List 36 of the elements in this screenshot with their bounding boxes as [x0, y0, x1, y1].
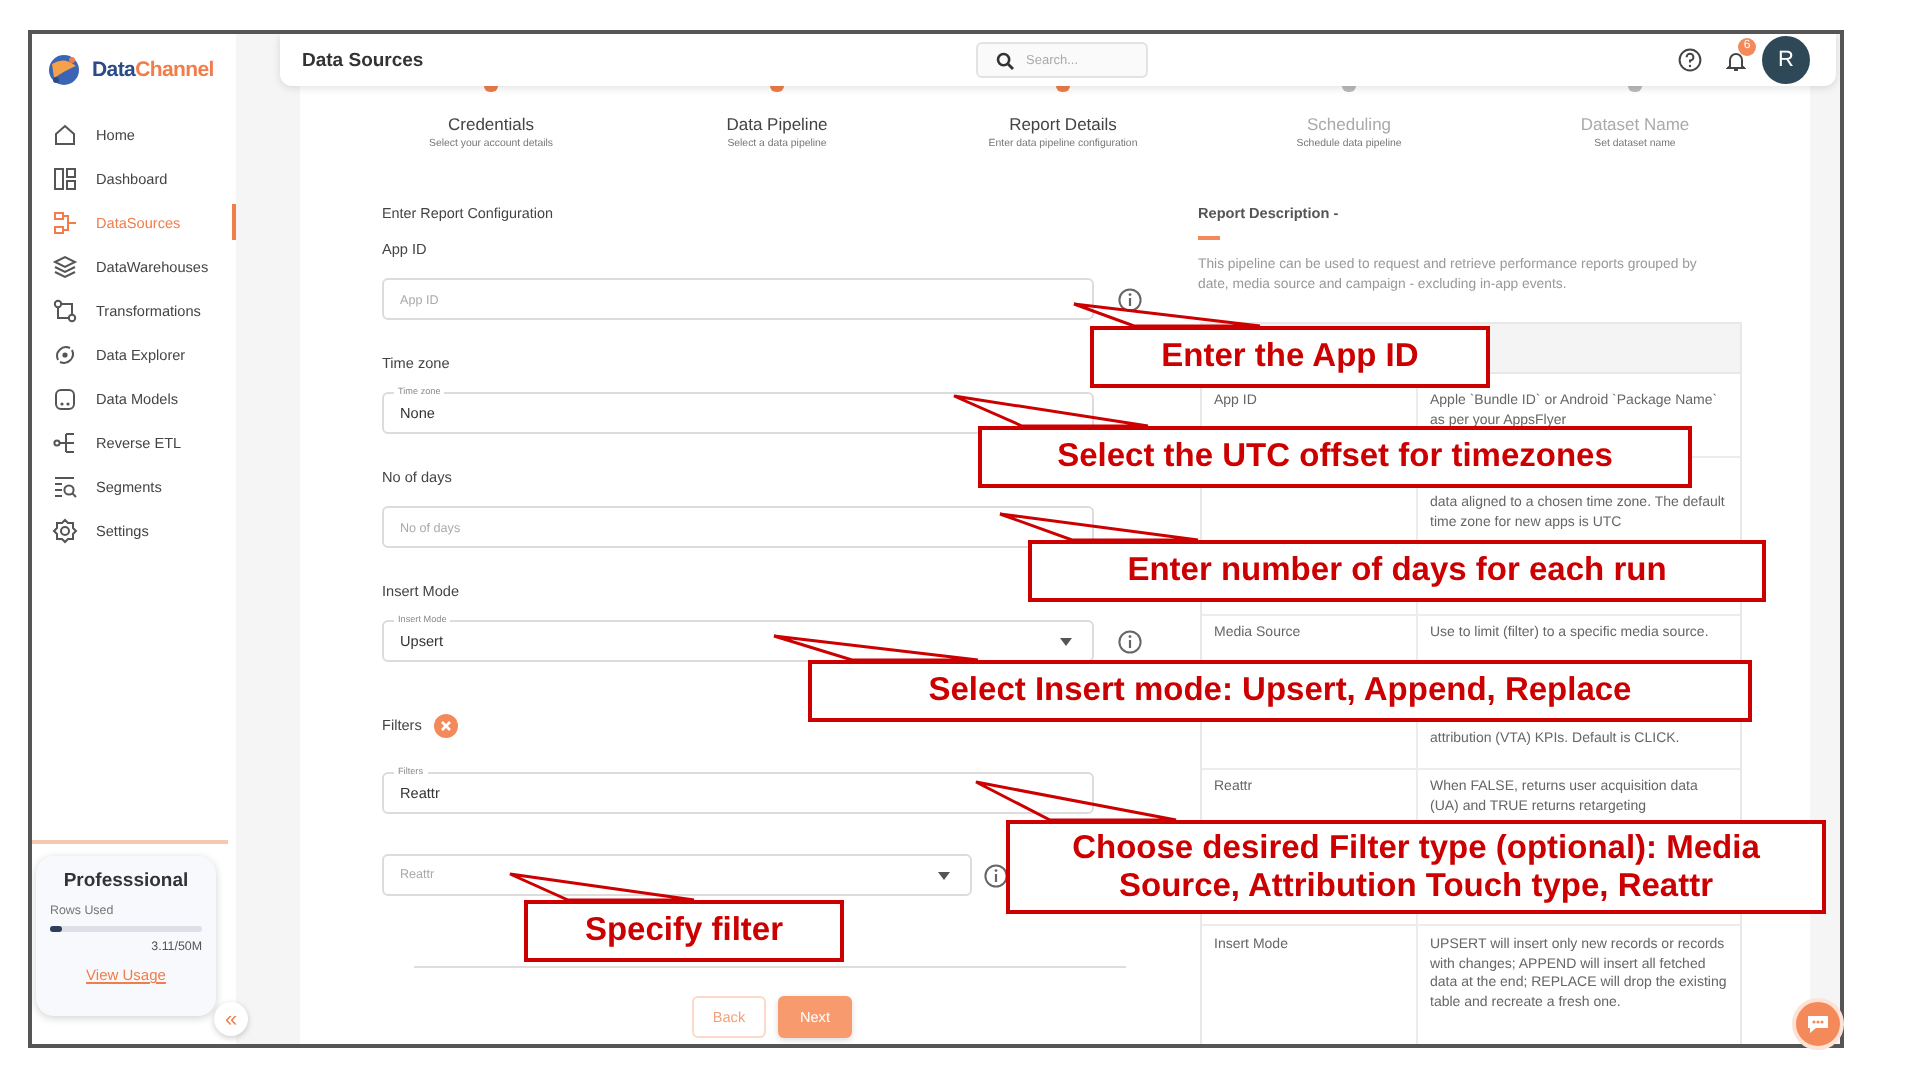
- info-icon[interactable]: [984, 863, 1008, 887]
- callout: Select the UTC offset for timezones: [978, 426, 1692, 488]
- callout: Enter number of days for each run: [1028, 540, 1766, 602]
- callout: Select Insert mode: Upsert, Append, Replace: [808, 660, 1752, 722]
- caret-icon: [1060, 637, 1072, 645]
- explore-icon: [52, 341, 78, 367]
- cube-icon: [52, 385, 78, 411]
- tree-icon: [52, 429, 78, 455]
- layers-icon: [52, 253, 78, 279]
- chat-icon: [1806, 1014, 1830, 1034]
- step-title: Data Pipeline: [726, 114, 828, 134]
- info-icon[interactable]: [1118, 287, 1142, 311]
- logo-text: DataChannel: [92, 58, 214, 82]
- step-title: Credentials: [448, 114, 534, 134]
- callout: Specify filter: [524, 900, 844, 962]
- callout: Enter the App ID: [1090, 326, 1490, 388]
- layout-icon: [52, 165, 78, 191]
- home-icon: [52, 121, 78, 147]
- callout: Choose desired Filter type (optional): Media Source, Attribution Touch type, Reattr: [1006, 820, 1826, 914]
- info-icon[interactable]: [1118, 629, 1142, 653]
- step-title: Scheduling: [1306, 114, 1392, 134]
- plan-title: Professsional: [61, 870, 191, 892]
- list-search-icon: [52, 473, 78, 499]
- nodes-icon: [52, 297, 78, 323]
- bell-icon[interactable]: [1726, 49, 1746, 71]
- search-icon: [996, 51, 1014, 69]
- chat-button[interactable]: [1792, 998, 1844, 1050]
- page-title: Data Sources: [302, 49, 426, 71]
- step-title: Report Details: [1009, 114, 1117, 134]
- avatar[interactable]: R: [1762, 36, 1810, 84]
- flow-icon: [52, 209, 78, 235]
- help-icon[interactable]: [1678, 48, 1702, 72]
- step-title: Dataset Name: [1580, 114, 1690, 134]
- settings-icon: [52, 517, 78, 543]
- caret-icon: [938, 871, 950, 879]
- logo-icon: [46, 52, 82, 88]
